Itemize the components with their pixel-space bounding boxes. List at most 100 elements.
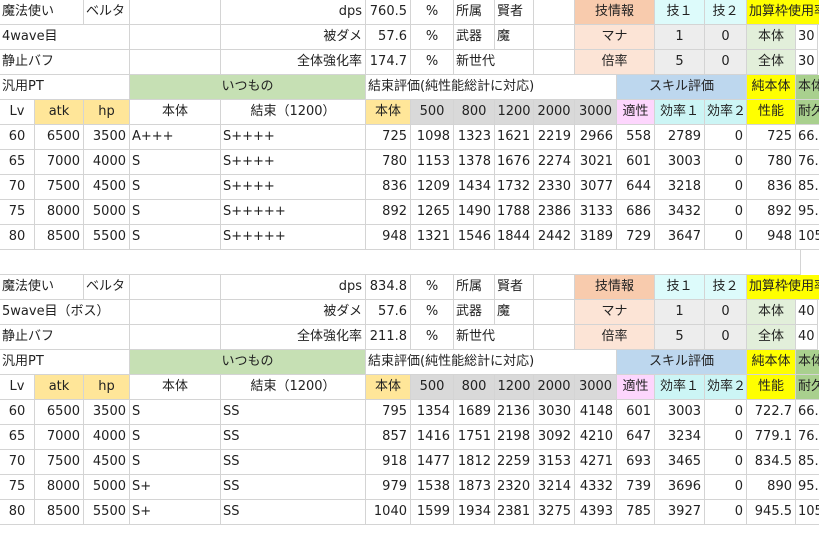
table-cell: 3927	[655, 500, 705, 525]
column-header: hp	[84, 100, 130, 125]
table-cell: 601	[617, 400, 655, 425]
table-cell: SS	[221, 450, 366, 475]
table-cell: 780	[747, 150, 796, 175]
table-cell: S	[130, 200, 221, 225]
column-header: 500	[411, 375, 454, 400]
table-cell: 1538	[411, 475, 454, 500]
table-cell: S++++	[221, 125, 366, 150]
table-cell: 3077	[575, 175, 617, 200]
table-cell: 8500	[35, 500, 84, 525]
body-usage: 30	[796, 25, 818, 50]
skill-eval-header: スキル評価	[617, 75, 747, 100]
table-row: 70 7500 4500 S SS 918 1477 1812 2259 3153 4271 693 3…	[0, 450, 819, 475]
percent-unit: %	[411, 275, 454, 300]
table-cell: S+	[130, 500, 221, 525]
empty-cell	[534, 275, 575, 300]
skill1-header: 技１	[655, 275, 705, 300]
table-cell: 729	[617, 225, 655, 250]
table-cell: 0	[705, 425, 747, 450]
dps-label: dps	[221, 0, 366, 25]
header-row-1: 魔法使いベルタ dps834.8%所属賢者 技情報技１技２加算枠使用率	[0, 275, 819, 300]
table-cell: 7000	[35, 150, 84, 175]
party-label: 汎用PT	[0, 75, 130, 100]
column-header: Lv	[0, 375, 35, 400]
table-cell: 3234	[655, 425, 705, 450]
table-cell: 6500	[35, 125, 84, 150]
empty-cell	[534, 25, 575, 50]
multiplier-skill1: 5	[655, 50, 705, 75]
column-header: 本体	[366, 375, 411, 400]
mana-skill1: 1	[655, 300, 705, 325]
table-cell: A+++	[130, 125, 221, 150]
multiplier-label: 倍率	[575, 50, 655, 75]
table-cell: 1546	[454, 225, 495, 250]
table-cell: 3500	[84, 125, 130, 150]
table-cell: 0	[705, 200, 747, 225]
pure-body-header: 純本体	[747, 350, 796, 375]
table-cell: 3092	[534, 425, 575, 450]
wave-label: 4wave目	[0, 25, 130, 50]
table-cell: 7500	[35, 175, 84, 200]
table-cell: 2386	[534, 200, 575, 225]
overall-boost-label: 全体強化率	[221, 325, 366, 350]
table-cell: 890	[747, 475, 796, 500]
percent-unit: %	[411, 325, 454, 350]
column-header: 1200	[495, 375, 534, 400]
table-cell: 722.7	[747, 400, 796, 425]
table-cell: 1621	[495, 125, 534, 150]
empty-cell	[534, 0, 575, 25]
percent-unit: %	[411, 50, 454, 75]
table-cell: 2219	[534, 125, 575, 150]
table-cell: 76.4	[796, 150, 819, 175]
table-cell: S+	[130, 475, 221, 500]
table-row: 65 7000 4000 S SS 857 1416 1751 2198 3092 4210 647 3…	[0, 425, 819, 450]
table-cell: 2330	[534, 175, 575, 200]
overall-boost-label: 全体強化率	[221, 50, 366, 75]
table-cell: 1689	[454, 400, 495, 425]
affiliation-label: 所属	[454, 275, 495, 300]
table-cell: S+++++	[221, 225, 366, 250]
table-cell: 3003	[655, 400, 705, 425]
table-cell: SS	[221, 500, 366, 525]
column-header: atk	[35, 100, 84, 125]
column-header: 800	[454, 375, 495, 400]
table-cell: SS	[221, 475, 366, 500]
damage-taken-label: 被ダメ	[221, 300, 366, 325]
table-cell: 1265	[411, 200, 454, 225]
table-cell: 8500	[35, 225, 84, 250]
table-cell: 836	[366, 175, 411, 200]
table-cell: 892	[366, 200, 411, 225]
header-row-1: 魔法使いベルタ dps760.5%所属賢者 技情報技１技２加算枠使用率	[0, 0, 819, 25]
percent-unit: %	[411, 300, 454, 325]
table-cell: 1354	[411, 400, 454, 425]
table-cell: 795	[366, 400, 411, 425]
table-cell: 979	[366, 475, 411, 500]
table-cell: 948	[747, 225, 796, 250]
table-cell: 3153	[534, 450, 575, 475]
table-cell: 70	[0, 175, 35, 200]
table-cell: 4148	[575, 400, 617, 425]
table-cell: 2320	[495, 475, 534, 500]
table-cell: 785	[617, 500, 655, 525]
column-header: 3000	[575, 375, 617, 400]
column-header: 効率２	[705, 100, 747, 125]
table-cell: 1209	[411, 175, 454, 200]
dps-value: 834.8	[366, 275, 411, 300]
table-cell: 3218	[655, 175, 705, 200]
table-cell: S	[130, 225, 221, 250]
table-cell: 0	[705, 400, 747, 425]
table-row: 80 8500 5500 S+ SS 1040 1599 1934 2381 3275 4393 78…	[0, 500, 819, 525]
table-cell: S++++	[221, 150, 366, 175]
table-cell: 80	[0, 500, 35, 525]
table-cell: 105	[796, 225, 819, 250]
table-cell: SS	[221, 425, 366, 450]
table-cell: 1490	[454, 200, 495, 225]
empty-cell	[130, 325, 221, 350]
total-label: 全体	[747, 50, 796, 75]
table-cell: 70	[0, 450, 35, 475]
table-cell: 1153	[411, 150, 454, 175]
total-usage: 40	[796, 325, 818, 350]
percent-unit: %	[411, 25, 454, 50]
body-label: 本体	[747, 300, 796, 325]
buff-label: 静止バフ	[0, 325, 130, 350]
